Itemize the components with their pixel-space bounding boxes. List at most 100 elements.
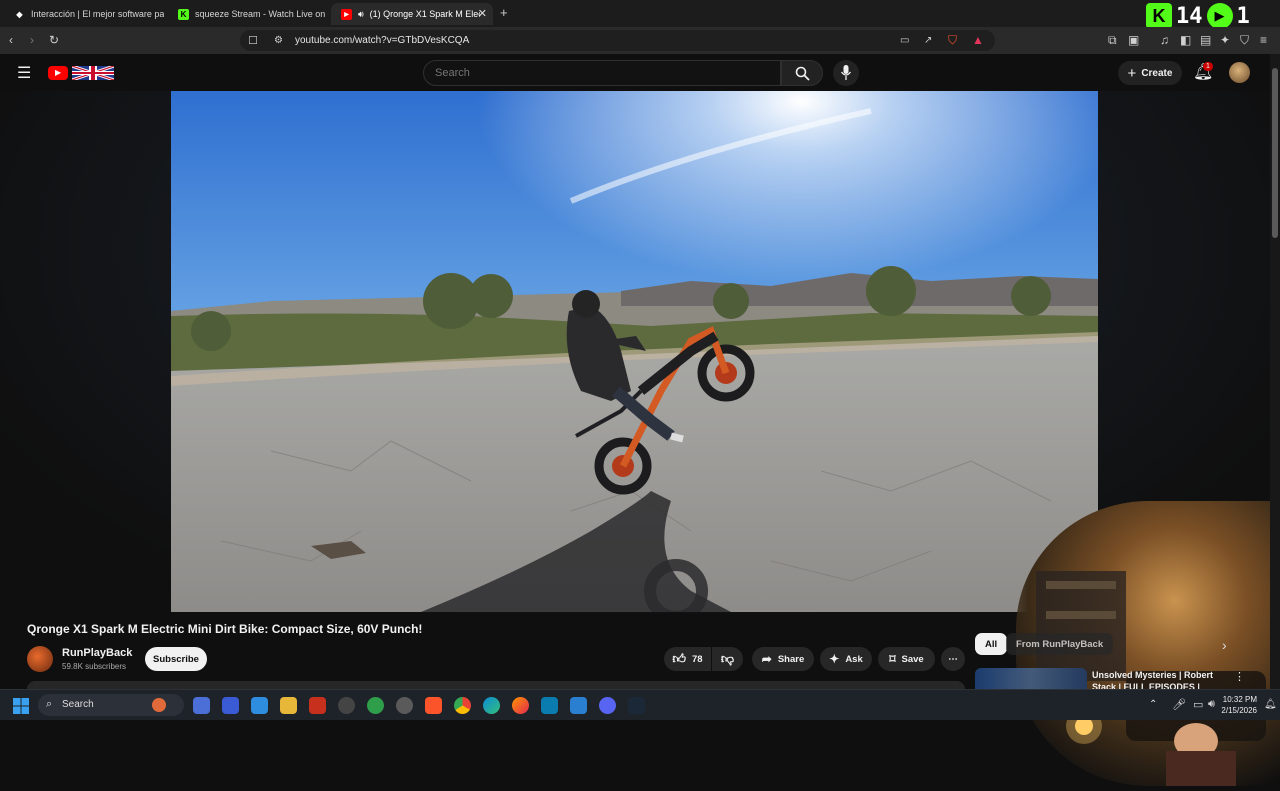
tab-title: (1) Qronge X1 Spark M Electric	[369, 9, 480, 19]
chrome-icon[interactable]	[454, 697, 471, 714]
discord-icon[interactable]	[599, 697, 616, 714]
leo-icon[interactable]: ✦	[1220, 34, 1230, 46]
close-icon[interactable]: ✕	[478, 7, 487, 20]
url-text: youtube.com/watch?v=GTbDVesKCQA	[295, 35, 470, 46]
music-icon[interactable]: ♫	[1160, 34, 1169, 46]
video-frame[interactable]	[171, 91, 1098, 612]
search-field[interactable]	[423, 60, 781, 86]
notification-badge: 1	[1203, 62, 1213, 71]
page-scrollbar[interactable]	[1270, 54, 1280, 689]
basketball-icon	[152, 698, 166, 712]
bookmark-icon[interactable]: ☐	[248, 35, 258, 47]
create-button[interactable]: + Create	[1118, 61, 1182, 85]
subscriber-count: 59.8K subscribers	[62, 662, 127, 671]
windows-taskbar: ⌕ Search ⌃ 🎤︎ ▭ 🔊︎ 10:32 PM 2/15/2026 🔔︎	[0, 689, 1280, 720]
search-icon: ⌕	[46, 698, 53, 710]
extensions-icon[interactable]: ⧉	[1108, 34, 1117, 46]
video-title: Qronge X1 Spark M Electric Mini Dirt Bik…	[27, 622, 423, 636]
reload-icon[interactable]: ↻	[49, 34, 59, 46]
app-widgets-icon[interactable]	[193, 697, 210, 714]
description-box[interactable]	[27, 681, 965, 689]
browser-tab-strip: ◆ Interacción | El mejor software para g…	[0, 0, 1280, 29]
app-remote-icon[interactable]	[251, 697, 268, 714]
volume-icon[interactable]: 🔊︎	[1208, 698, 1215, 711]
kebab-menu-icon[interactable]: ⋮	[1234, 670, 1245, 683]
app-clock-icon[interactable]	[338, 697, 355, 714]
forward-icon[interactable]: ›	[30, 34, 34, 46]
voice-search-button[interactable]	[833, 60, 859, 86]
share-button[interactable]: ➦ Share	[752, 647, 814, 671]
share-label: Share	[777, 653, 805, 665]
dislike-button[interactable]: 👎︎	[712, 647, 743, 671]
app-shield-icon[interactable]	[367, 697, 384, 714]
ask-label: Ask	[845, 653, 863, 665]
share-icon: ➦	[761, 652, 772, 666]
cast-icon[interactable]: ▭	[900, 35, 909, 47]
search-input[interactable]	[435, 67, 735, 79]
save-button[interactable]: ⌑ Save	[878, 647, 935, 671]
youtube-icon: ▶	[341, 8, 352, 20]
create-label: Create	[1141, 67, 1173, 79]
subscribe-button[interactable]: Subscribe	[145, 647, 207, 671]
scrollbar-thumb[interactable]	[1272, 68, 1278, 238]
site-info-icon[interactable]: ⚙	[274, 35, 283, 47]
steam-icon[interactable]	[628, 697, 645, 714]
menu-icon[interactable]: ≡	[1260, 34, 1267, 46]
youtube-logo-icon[interactable]: ▶	[48, 66, 68, 80]
app-teams-icon[interactable]	[222, 697, 239, 714]
channel-avatar[interactable]	[27, 646, 53, 672]
diamond-icon: ◆	[16, 9, 23, 19]
chip-all[interactable]: All	[975, 633, 1008, 655]
tab-kick[interactable]: K squeeze Stream - Watch Live on Kick	[168, 3, 328, 25]
flag-doodle-icon	[72, 66, 114, 80]
search-button[interactable]	[781, 60, 823, 86]
search-icon	[795, 66, 810, 81]
brave-rewards-icon[interactable]: ▲	[972, 34, 984, 46]
brave-browser-icon[interactable]	[425, 697, 442, 714]
recommended-thumbnail[interactable]	[975, 668, 1087, 689]
app-speedtest-icon[interactable]	[396, 697, 413, 714]
share-page-icon[interactable]: ↗	[924, 35, 932, 47]
screenshot-icon[interactable]: ▣	[1128, 34, 1139, 46]
microphone-icon[interactable]: 🎤︎	[1172, 698, 1186, 711]
clock-date: 2/15/2026	[1221, 706, 1257, 715]
notifications-icon[interactable]: 🔔︎	[1264, 699, 1277, 710]
tab-title: squeeze Stream - Watch Live on Kick	[195, 9, 328, 19]
firefox-icon[interactable]	[512, 697, 529, 714]
network-icon[interactable]: ▭	[1193, 698, 1203, 711]
tab-youtube[interactable]: ▶ 🔊︎ (1) Qronge X1 Spark M Electric ✕	[331, 3, 493, 25]
kick-icon: K	[178, 8, 189, 20]
plus-icon: +	[1127, 64, 1137, 82]
like-button[interactable]: 👍︎ 78	[664, 647, 711, 671]
hamburger-menu-icon[interactable]: ☰	[17, 63, 31, 83]
windows-start-icon[interactable]	[13, 698, 29, 714]
system-clock[interactable]: 10:32 PM 2/15/2026	[1221, 694, 1257, 716]
taskbar-search-box[interactable]: ⌕ Search	[38, 694, 184, 716]
recommended-title[interactable]: Unsolved Mysteries | Robert Stack | FULL…	[1092, 669, 1222, 689]
like-count: 78	[692, 653, 703, 665]
channel-name[interactable]: RunPlayBack	[62, 647, 132, 659]
vpn-icon[interactable]: ⛉	[1240, 34, 1249, 46]
chevron-right-icon[interactable]: ›	[1222, 637, 1227, 653]
app-news-icon[interactable]	[309, 697, 326, 714]
back-icon[interactable]: ‹	[9, 34, 13, 46]
chip-from-channel[interactable]: From RunPlayBack	[1006, 633, 1114, 655]
address-bar[interactable]: ☐ ⚙ youtube.com/watch?v=GTbDVesKCQA ▭ ↗ …	[240, 30, 995, 51]
arduino-icon[interactable]	[541, 697, 558, 714]
edge-icon[interactable]	[483, 697, 500, 714]
file-explorer-icon[interactable]	[280, 697, 297, 714]
microphone-icon	[841, 65, 851, 80]
sidebar-icon[interactable]: ◧	[1180, 34, 1191, 46]
youtube-masthead: ☰ ▶ + Create 🔔︎ 1	[0, 54, 1270, 91]
more-actions-button[interactable]: ⋯	[941, 647, 965, 671]
brave-shield-icon[interactable]: ⛉	[948, 34, 957, 46]
tab-interaccion[interactable]: ◆ Interacción | El mejor software para g…	[4, 3, 164, 25]
ask-button[interactable]: ✦ Ask	[820, 647, 872, 671]
account-avatar[interactable]	[1229, 62, 1250, 83]
video-player-area[interactable]	[0, 91, 1280, 786]
wallet-icon[interactable]: ▤	[1200, 34, 1211, 46]
new-tab-button[interactable]: +	[500, 5, 508, 20]
chevron-up-icon[interactable]: ⌃	[1149, 699, 1157, 710]
kick-count-a: 14	[1176, 3, 1203, 29]
vscode-icon[interactable]	[570, 697, 587, 714]
